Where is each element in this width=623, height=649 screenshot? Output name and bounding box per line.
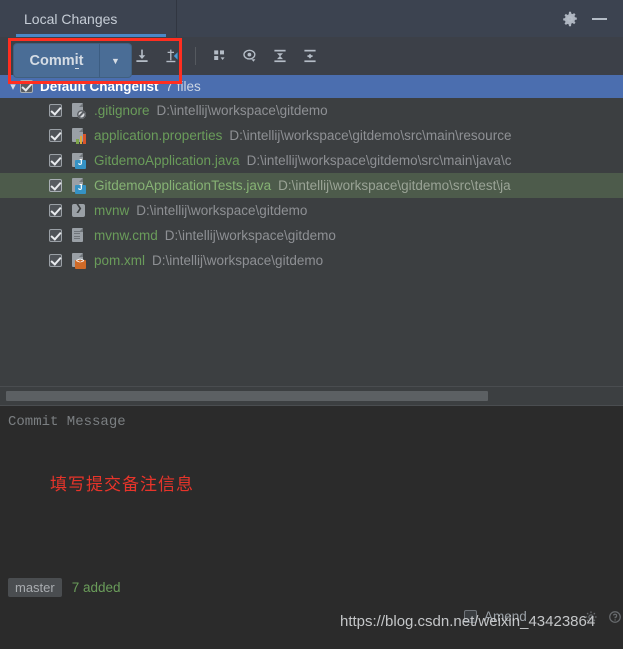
tab-local-changes-label: Local Changes	[24, 10, 118, 27]
file-path: D:\intellij\workspace\gitdemo\src\main\j…	[246, 153, 512, 168]
java-file-icon	[71, 177, 87, 194]
file-name: mvnw.cmd	[94, 228, 158, 243]
status-row: master 7 added	[8, 578, 121, 597]
table-row[interactable]: application.properties D:\intellij\works…	[0, 123, 623, 148]
table-row[interactable]: mvnw.cmd D:\intellij\workspace\gitdemo	[0, 223, 623, 248]
cmd-file-icon	[71, 227, 87, 244]
file-checkbox[interactable]	[49, 229, 62, 242]
java-file-icon	[71, 152, 87, 169]
branch-badge: master	[8, 578, 62, 597]
file-path: D:\intellij\workspace\gitdemo\src\test\j…	[278, 178, 511, 193]
tabbar-spacer	[177, 0, 552, 37]
table-row[interactable]: GitdemoApplicationTests.java D:\intellij…	[0, 173, 623, 198]
commit-label-before: Comm	[29, 52, 75, 69]
local-changes-tool-window: Local Changes ▾ Default Changelist 7 fil…	[0, 0, 623, 649]
shell-script-file-icon	[71, 203, 87, 219]
preview-diff-icon[interactable]	[236, 43, 263, 69]
file-checkbox[interactable]	[49, 104, 62, 117]
properties-file-icon	[71, 127, 87, 144]
file-checkbox[interactable]	[49, 129, 62, 142]
horizontal-scrollbar[interactable]	[0, 386, 623, 405]
file-checkbox[interactable]	[49, 179, 62, 192]
commit-button-label: Comm i t	[14, 44, 99, 77]
file-path: D:\intellij\workspace\gitdemo\src\main\r…	[229, 128, 512, 143]
table-row[interactable]: GitdemoApplication.java D:\intellij\work…	[0, 148, 623, 173]
help-icon[interactable]	[608, 610, 622, 624]
table-row[interactable]: pom.xml D:\intellij\workspace\gitdemo	[0, 248, 623, 273]
commit-button[interactable]: Comm i t ▼	[14, 44, 131, 77]
gitignore-file-icon	[71, 102, 87, 119]
file-path: D:\intellij\workspace\gitdemo	[136, 203, 308, 218]
file-name: pom.xml	[94, 253, 146, 268]
file-checkbox[interactable]	[49, 154, 62, 167]
commit-bottom-bar: master 7 added	[0, 565, 623, 649]
table-row[interactable]: mvnw D:\intellij\workspace\gitdemo	[0, 198, 623, 223]
tab-local-changes[interactable]: Local Changes	[0, 0, 177, 37]
toolbar-separator	[195, 47, 196, 65]
changes-summary: 7 added	[71, 580, 121, 595]
group-by-icon[interactable]	[206, 43, 233, 69]
gear-icon[interactable]	[562, 11, 578, 27]
annotation-text: 填写提交备注信息	[50, 475, 194, 495]
file-name: mvnw	[94, 203, 130, 218]
commit-message-input[interactable]: Commit Message	[8, 414, 126, 430]
expand-all-icon[interactable]	[266, 43, 293, 69]
xml-file-icon	[71, 252, 87, 269]
file-name: .gitignore	[94, 103, 150, 118]
table-row[interactable]: .gitignore D:\intellij\workspace\gitdemo	[0, 98, 623, 123]
file-checkbox[interactable]	[49, 204, 62, 217]
collapse-all-icon[interactable]	[296, 43, 323, 69]
file-checkbox[interactable]	[49, 254, 62, 267]
file-name: application.properties	[94, 128, 223, 143]
file-path: D:\intellij\workspace\gitdemo	[152, 253, 324, 268]
watermark-text: https://blog.csdn.net/weixin_43423864	[340, 613, 596, 630]
file-name: GitdemoApplicationTests.java	[94, 178, 272, 193]
commit-label-after: t	[78, 52, 84, 69]
tool-window-header: Local Changes	[0, 0, 623, 38]
tool-window-actions	[552, 0, 623, 37]
changed-files-list[interactable]: .gitignore D:\intellij\workspace\gitdemo…	[0, 98, 623, 386]
file-path: D:\intellij\workspace\gitdemo	[156, 103, 328, 118]
chevron-down-icon[interactable]: ▼	[99, 44, 131, 77]
file-name: GitdemoApplication.java	[94, 153, 240, 168]
file-path: D:\intellij\workspace\gitdemo	[164, 228, 336, 243]
scrollbar-thumb[interactable]	[6, 391, 488, 401]
minimize-icon[interactable]	[592, 17, 607, 20]
